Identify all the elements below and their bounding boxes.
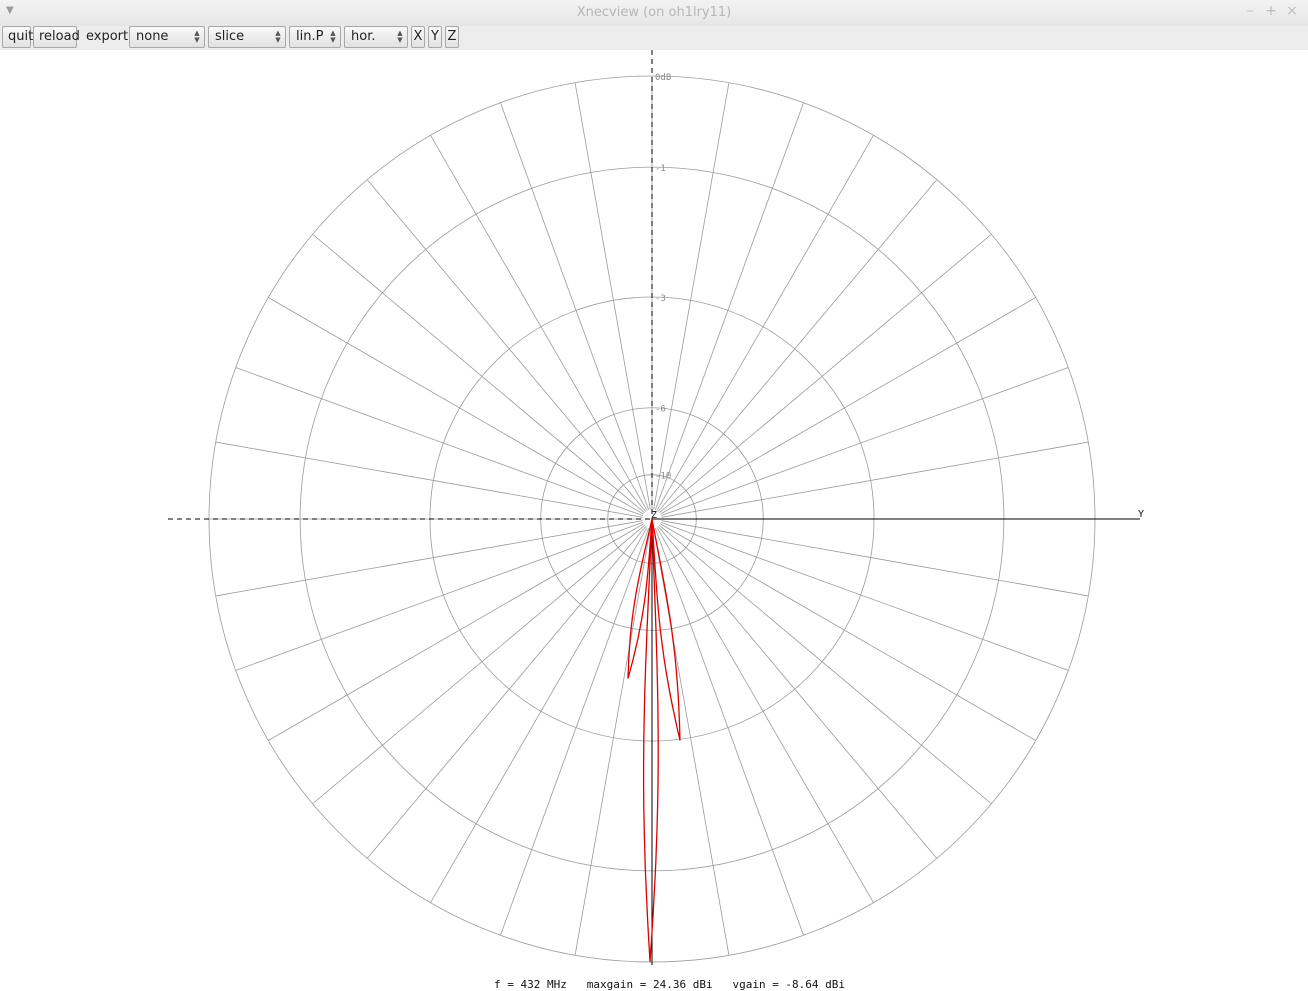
spin-arrows-icon: ▲ ▼ <box>397 29 403 44</box>
grid-spoke <box>235 367 643 517</box>
grid-spoke <box>654 102 804 510</box>
grid-spoke <box>656 135 874 511</box>
status-line: f = 432 MHz maxgain = 24.36 dBi vgain = … <box>494 978 845 991</box>
ring-label: -3 <box>655 294 666 304</box>
grid-spoke <box>657 179 938 512</box>
export-format-value: none <box>136 29 169 44</box>
frequency-readout: f = 432 MHz <box>494 978 567 991</box>
grid-spoke <box>366 179 647 512</box>
grid-spoke <box>215 520 643 597</box>
window-titlebar: ▼ Xnecview (on oh1lry11) – + × <box>0 0 1308 27</box>
grid-spoke <box>312 233 645 514</box>
view-mode-select[interactable]: slice ▲ ▼ <box>208 26 286 48</box>
plane-value: hor. <box>351 29 376 44</box>
reload-button[interactable]: reload <box>33 26 80 48</box>
window-title: Xnecview (on oh1lry11) <box>576 5 732 20</box>
ring-labels: 0dB -1 -3 -6 -10 <box>655 73 671 482</box>
grid-spoke <box>659 524 992 805</box>
grid-spoke <box>430 527 648 903</box>
minimize-icon[interactable]: – <box>1243 3 1257 19</box>
grid-spoke <box>430 135 648 511</box>
grid-spoke <box>661 367 1069 517</box>
grid-spoke <box>215 441 643 518</box>
toolbar: quit reload export none ▲ ▼ slice ▲ ▼ lin.… <box>0 26 1308 50</box>
grid-spoke <box>659 233 992 514</box>
spin-arrows-icon: ▲ ▼ <box>275 29 281 44</box>
radiation-pattern-plot[interactable]: Y Z 0dB-1-3-6-10 <box>0 50 1308 978</box>
grid-spoke <box>500 102 650 510</box>
scale-value: lin.P <box>296 29 324 44</box>
grid-spoke <box>268 523 644 741</box>
export-label: export <box>86 29 129 44</box>
grid-spoke <box>268 297 644 515</box>
quit-button[interactable]: quit <box>2 26 33 48</box>
ring-label: -6 <box>655 405 666 415</box>
view-y-button[interactable]: Y <box>428 26 442 48</box>
grid-spoke <box>366 526 647 859</box>
grid-spoke <box>660 297 1036 515</box>
spin-arrows-icon: ▲ ▼ <box>330 29 336 44</box>
grid-spoke <box>312 524 645 805</box>
grid-spoke <box>235 521 643 671</box>
grid-spoke <box>653 528 730 956</box>
vgain-readout: vgain = -8.64 dBi <box>732 978 846 991</box>
close-icon[interactable]: × <box>1285 3 1299 19</box>
grid-spoke <box>574 82 651 510</box>
scale-select[interactable]: lin.P ▲ ▼ <box>289 26 341 48</box>
grid-spoke <box>656 527 874 903</box>
ring-label: -10 <box>655 472 671 482</box>
view-x-button[interactable]: X <box>411 26 425 48</box>
grid-spoke <box>660 523 1036 741</box>
grid-spoke <box>661 520 1089 597</box>
spin-arrows-icon: ▲ ▼ <box>194 29 200 44</box>
view-mode-value: slice <box>215 29 245 44</box>
grid-spoke <box>500 528 650 936</box>
grid-spoke <box>574 528 651 956</box>
export-format-select[interactable]: none ▲ ▼ <box>129 26 205 48</box>
ring-label: 0dB <box>655 73 671 83</box>
plane-select[interactable]: hor. ▲ ▼ <box>344 26 408 48</box>
grid-spoke <box>661 521 1069 671</box>
y-axis-label: Y <box>1138 509 1144 520</box>
ring-label: -1 <box>655 164 666 174</box>
grid-spoke <box>661 441 1089 518</box>
view-z-button[interactable]: Z <box>445 26 459 48</box>
maxgain-readout: maxgain = 24.36 dBi <box>586 978 713 991</box>
maximize-icon[interactable]: + <box>1264 3 1278 19</box>
grid-spoke <box>657 526 938 859</box>
